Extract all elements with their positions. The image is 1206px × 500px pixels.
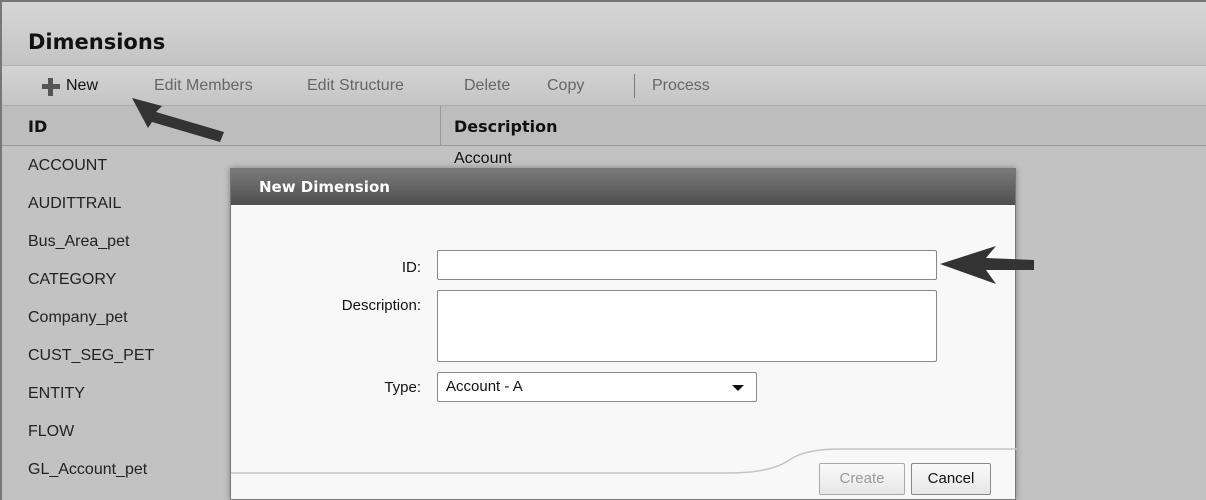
row-id: Bus_Area_pet (28, 233, 130, 250)
create-button[interactable]: Create (819, 463, 905, 495)
dialog-titlebar[interactable]: New Dimension (231, 169, 1015, 205)
type-select-value: Account - A (446, 378, 523, 395)
row-id: AUDITTRAIL (28, 195, 122, 212)
row-id: ENTITY (28, 385, 85, 402)
type-select[interactable]: Account - A (437, 372, 757, 402)
type-label: Type: (384, 379, 421, 396)
row-id: Company_pet (28, 309, 128, 326)
cancel-button[interactable]: Cancel (911, 463, 991, 495)
dialog-title: New Dimension (259, 178, 390, 196)
row-id: CUST_SEG_PET (28, 347, 155, 364)
id-field[interactable] (437, 250, 937, 280)
copy-button[interactable]: Copy (547, 77, 584, 95)
row-id: GL_Account_pet (28, 461, 148, 478)
toolbar-separator (634, 74, 635, 98)
row-id: CATEGORY (28, 271, 117, 288)
process-button[interactable]: Process (652, 77, 710, 95)
description-label: Description: (341, 297, 421, 314)
delete-button[interactable]: Delete (464, 77, 510, 95)
column-header-id[interactable]: ID (28, 117, 47, 136)
row-id: FLOW (28, 423, 75, 440)
annotation-arrow-icon (132, 98, 224, 142)
column-divider[interactable] (440, 106, 441, 146)
new-dimension-dialog: New Dimension ID: Description: Type: Acc… (230, 168, 1017, 500)
column-header-description[interactable]: Description (454, 117, 557, 136)
edit-structure-button[interactable]: Edit Structure (307, 77, 404, 95)
id-label: ID: (401, 259, 421, 276)
row-description: Account (454, 150, 512, 167)
panel-header: Dimensions (2, 2, 1206, 66)
new-button[interactable]: New (66, 77, 98, 95)
chevron-down-icon (732, 385, 744, 391)
panel-title: Dimensions (28, 30, 166, 54)
description-field[interactable] (437, 290, 937, 362)
plus-icon[interactable] (42, 78, 60, 96)
row-id: ACCOUNT (28, 157, 108, 174)
annotation-arrow-icon (940, 246, 1034, 284)
